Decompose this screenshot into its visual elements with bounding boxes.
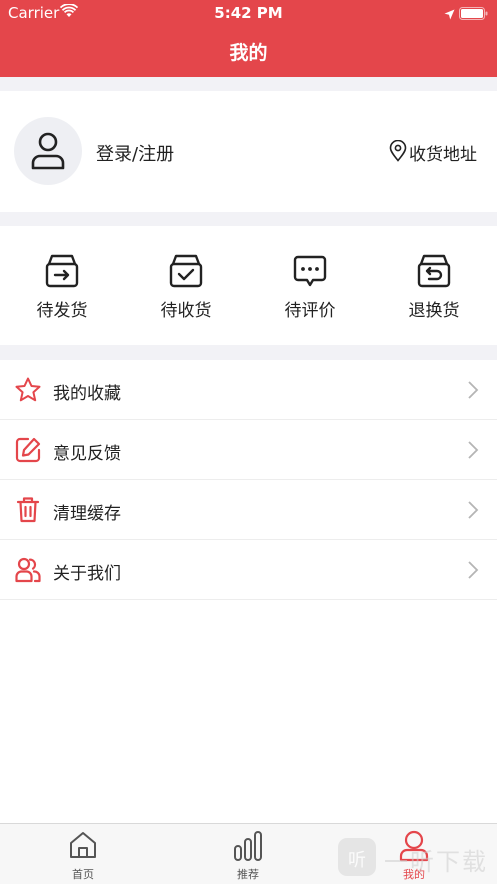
order-return-exchange[interactable]: 退换货	[372, 226, 496, 345]
location-arrow-icon	[444, 5, 455, 24]
ship-box-icon	[45, 254, 79, 288]
watermark: 听 一听下载	[338, 834, 488, 878]
login-register-link[interactable]: 登录/注册	[96, 140, 174, 166]
menu-item-label: 意见反馈	[53, 444, 121, 464]
order-label: 待发货	[36, 301, 88, 321]
watermark-badge: 听	[338, 838, 376, 876]
section-divider	[0, 212, 497, 226]
status-time: 5:42 PM	[214, 4, 283, 22]
menu-item-label: 关于我们	[53, 564, 121, 584]
menu-item-label: 我的收藏	[53, 384, 121, 404]
users-icon	[15, 557, 41, 583]
avatar[interactable]	[14, 117, 82, 185]
tab-label: 推荐	[237, 868, 259, 881]
section-divider	[0, 345, 497, 360]
order-label: 退换货	[408, 301, 460, 321]
chevron-right-icon	[468, 441, 479, 459]
tab-label: 首页	[72, 868, 94, 881]
home-icon	[70, 832, 96, 858]
watermark-text: 一听下载	[384, 848, 488, 876]
trash-icon	[16, 497, 40, 523]
menu-item-about-us[interactable]: 关于我们	[0, 540, 497, 600]
page-title: 我的	[229, 42, 268, 64]
status-bar: Carrier 5:42 PM	[0, 0, 497, 26]
order-status-section: 待发货 待收货 待评价 退换货	[0, 226, 497, 345]
receive-box-icon	[169, 254, 203, 288]
location-pin-icon	[389, 140, 407, 162]
chevron-right-icon	[468, 381, 479, 399]
return-box-icon	[417, 254, 451, 288]
header-bar: Carrier 5:42 PM 我的	[0, 0, 497, 77]
tab-recommend[interactable]: 推荐	[198, 824, 298, 884]
edit-icon	[15, 437, 41, 463]
chevron-right-icon	[468, 561, 479, 579]
tab-home[interactable]: 首页	[33, 824, 133, 884]
address-label: 收货地址	[409, 145, 477, 165]
order-label: 待收货	[160, 301, 212, 321]
bars-icon	[234, 831, 262, 861]
section-divider	[0, 77, 497, 91]
profile-section: 登录/注册 收货地址	[0, 91, 497, 212]
menu-item-label: 清理缓存	[53, 504, 121, 524]
chevron-right-icon	[468, 501, 479, 519]
order-pending-receive[interactable]: 待收货	[124, 226, 248, 345]
order-label: 待评价	[284, 301, 336, 321]
order-pending-review[interactable]: 待评价	[248, 226, 372, 345]
menu-item-clear-cache[interactable]: 清理缓存	[0, 480, 497, 540]
menu-item-feedback[interactable]: 意见反馈	[0, 420, 497, 480]
battery-icon	[459, 6, 489, 25]
menu-list: 我的收藏 意见反馈 清理缓存 关于我们	[0, 360, 497, 600]
star-icon	[15, 377, 41, 402]
order-pending-ship[interactable]: 待发货	[0, 226, 124, 345]
menu-item-favorites[interactable]: 我的收藏	[0, 360, 497, 420]
comment-icon	[293, 255, 327, 287]
